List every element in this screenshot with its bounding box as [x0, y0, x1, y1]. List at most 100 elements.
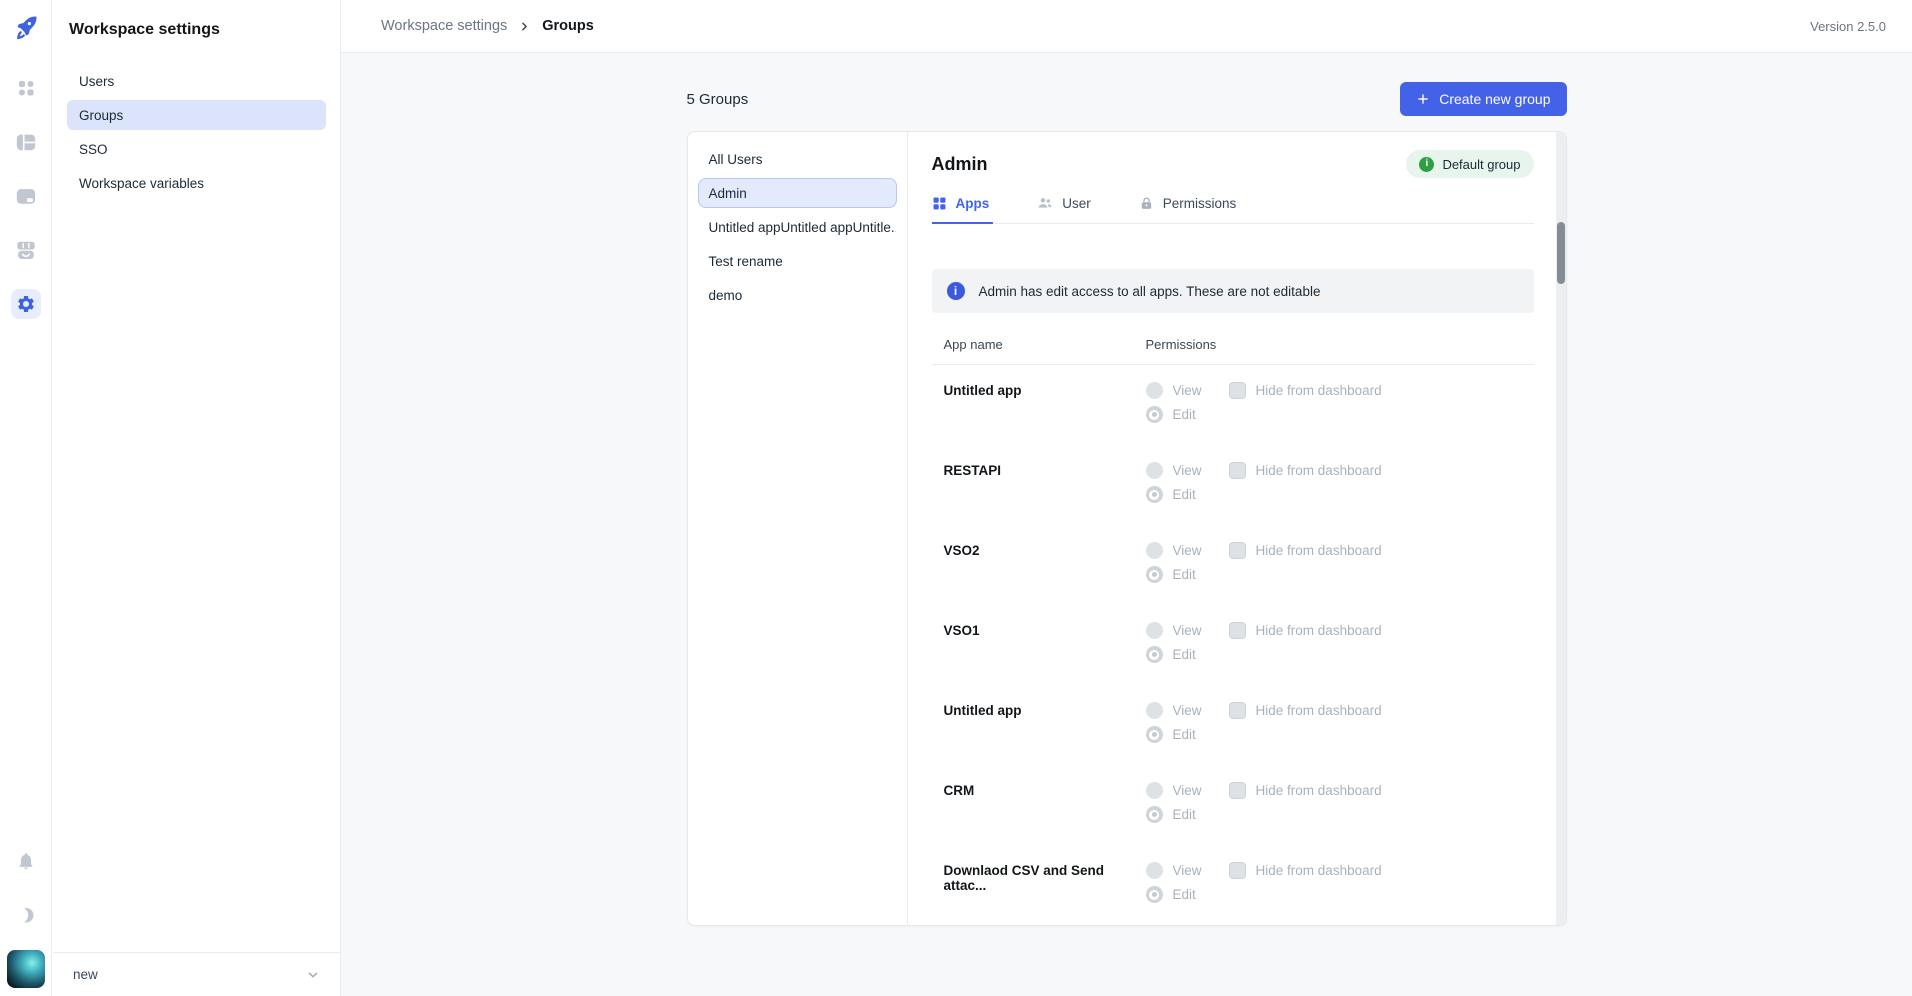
group-list-item[interactable]: Admin [698, 178, 897, 208]
group-list-item-label: demo [709, 288, 743, 303]
view-label: View [1173, 783, 1202, 798]
tab-apps[interactable]: Apps [932, 193, 994, 224]
workspace-switcher[interactable]: new [53, 952, 340, 996]
app-name: Untitled app [944, 702, 1146, 765]
group-list-item-label: Test rename [709, 254, 783, 269]
sidebar-title: Workspace settings [53, 0, 340, 39]
app-permission-row: Downlaod CSV and Send attac... View Hide… [932, 845, 1534, 925]
breadcrumb: Workspace settings Groups [381, 18, 594, 34]
edit-radio[interactable] [1146, 646, 1163, 663]
permissions-cell: View Hide from dashboard Edit [1146, 782, 1534, 845]
app-name: RESTAPI [944, 462, 1146, 525]
edit-radio[interactable] [1146, 726, 1163, 743]
group-detail-panel: Admin i Default group [908, 132, 1566, 925]
group-title: Admin [932, 154, 988, 175]
hide-from-dashboard-checkbox[interactable] [1229, 542, 1246, 559]
group-list-item[interactable]: Untitled appUntitled appUntitle... [698, 212, 897, 242]
app-permission-row: Untitled app View Hide from dashboard Ed… [932, 685, 1534, 765]
permissions-cell: View Hide from dashboard Edit [1146, 862, 1534, 925]
view-radio[interactable] [1146, 862, 1163, 879]
app-builder-layout-icon[interactable] [11, 127, 41, 157]
chevron-right-icon [518, 20, 531, 33]
tab-apps-label: Apps [956, 196, 990, 211]
marketplace-icon[interactable] [11, 235, 41, 265]
tab-user[interactable]: User [1037, 193, 1095, 224]
view-radio[interactable] [1146, 622, 1163, 639]
settings-gear-icon[interactable] [11, 289, 41, 319]
sidebar-item-workspace-variables[interactable]: Workspace variables [67, 168, 326, 198]
hide-from-dashboard-checkbox[interactable] [1229, 462, 1246, 479]
group-list-item[interactable]: All Users [698, 144, 897, 174]
info-icon-green: i [1419, 157, 1434, 172]
hide-from-dashboard-checkbox[interactable] [1229, 782, 1246, 799]
sidebar-menu: Users Groups SSO Workspace variables [53, 66, 340, 198]
app-permission-row: RESTAPI View Hide from dashboard Edit [932, 445, 1534, 525]
hide-from-dashboard-label: Hide from dashboard [1256, 463, 1382, 478]
create-new-group-button[interactable]: Create new group [1400, 82, 1566, 116]
admin-notice-text: Admin has edit access to all apps. These… [979, 284, 1321, 299]
view-radio[interactable] [1146, 382, 1163, 399]
sidebar-item-users[interactable]: Users [67, 66, 326, 96]
permissions-cell: View Hide from dashboard Edit [1146, 622, 1534, 685]
grid-icon [932, 196, 947, 211]
edit-label: Edit [1173, 807, 1196, 822]
app-name: CRM [944, 782, 1146, 845]
view-label: View [1173, 623, 1202, 638]
create-new-group-label: Create new group [1439, 91, 1550, 107]
breadcrumb-parent[interactable]: Workspace settings [381, 18, 507, 34]
hide-from-dashboard-checkbox[interactable] [1229, 862, 1246, 879]
view-label: View [1173, 463, 1202, 478]
hide-from-dashboard-label: Hide from dashboard [1256, 623, 1382, 638]
sidebar-item-sso[interactable]: SSO [67, 134, 326, 164]
info-icon-blue: i [947, 282, 965, 300]
edit-label: Edit [1173, 407, 1196, 422]
database-icon[interactable] [11, 181, 41, 211]
view-label: View [1173, 543, 1202, 558]
scrollbar-thumb[interactable] [1557, 222, 1565, 284]
users-icon [1037, 195, 1053, 211]
apps-grid-icon[interactable] [11, 73, 41, 103]
group-list-item[interactable]: demo [698, 280, 897, 310]
app-permission-row: VSO1 View Hide from dashboard Edit [932, 605, 1534, 685]
hide-from-dashboard-label: Hide from dashboard [1256, 703, 1382, 718]
tab-permissions-label: Permissions [1163, 196, 1237, 211]
breadcrumb-current: Groups [542, 18, 594, 34]
groups-page-header: 5 Groups Create new group [687, 82, 1567, 116]
edit-radio[interactable] [1146, 486, 1163, 503]
view-radio[interactable] [1146, 702, 1163, 719]
notifications-bell-icon[interactable] [11, 846, 41, 876]
hide-from-dashboard-checkbox[interactable] [1229, 622, 1246, 639]
view-radio[interactable] [1146, 542, 1163, 559]
group-list-item[interactable]: Test rename [698, 246, 897, 276]
view-radio[interactable] [1146, 782, 1163, 799]
group-list: All Users Admin Untitled appUntitled app… [688, 132, 908, 925]
hide-from-dashboard-label: Hide from dashboard [1256, 543, 1382, 558]
group-list-item-label: Admin [709, 186, 747, 201]
user-avatar[interactable] [7, 950, 45, 988]
edit-radio[interactable] [1146, 886, 1163, 903]
permissions-cell: View Hide from dashboard Edit [1146, 462, 1534, 525]
hide-from-dashboard-label: Hide from dashboard [1256, 863, 1382, 878]
sidebar-item-groups[interactable]: Groups [67, 100, 326, 130]
view-radio[interactable] [1146, 462, 1163, 479]
edit-label: Edit [1173, 727, 1196, 742]
lock-icon [1139, 196, 1154, 211]
scrollbar-track[interactable] [1556, 132, 1566, 925]
app-name: Downlaod CSV and Send attac... [944, 862, 1146, 925]
app-name: Untitled app [944, 382, 1146, 445]
hide-from-dashboard-checkbox[interactable] [1229, 382, 1246, 399]
hide-from-dashboard-label: Hide from dashboard [1256, 783, 1382, 798]
dark-mode-moon-icon[interactable] [11, 900, 41, 930]
app-logo-rocket-icon[interactable] [12, 13, 40, 41]
settings-sidebar: Workspace settings Users Groups SSO Work… [53, 0, 341, 996]
tab-permissions[interactable]: Permissions [1139, 193, 1241, 224]
group-detail-tabs: Apps User [932, 193, 1534, 224]
view-label: View [1173, 703, 1202, 718]
edit-radio[interactable] [1146, 406, 1163, 423]
edit-radio[interactable] [1146, 566, 1163, 583]
sidebar-item-label: Users [79, 74, 114, 89]
workspace-name: new [73, 967, 98, 982]
view-label: View [1173, 863, 1202, 878]
edit-radio[interactable] [1146, 806, 1163, 823]
hide-from-dashboard-checkbox[interactable] [1229, 702, 1246, 719]
